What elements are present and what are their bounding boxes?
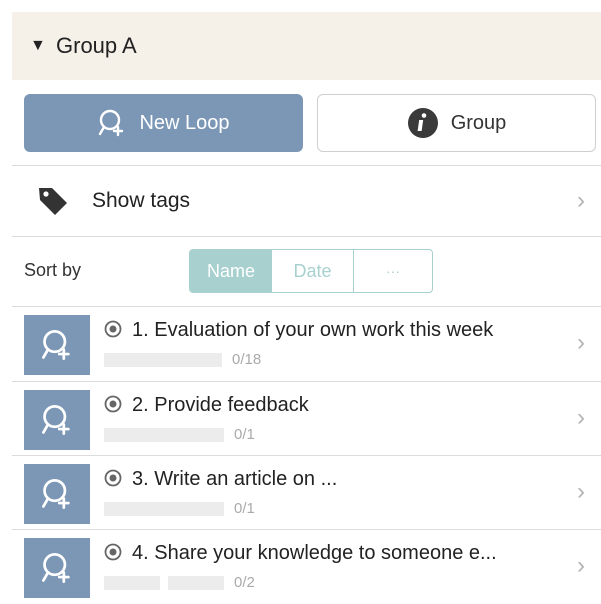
loop-row[interactable]: 3. Write an article on ... 0/1 › <box>12 456 601 530</box>
loop-icon <box>24 464 90 524</box>
progress-bars: 0/1 <box>104 426 255 443</box>
progress-bar <box>168 575 224 590</box>
loop-glyph-icon <box>42 479 70 509</box>
progress-count: 0/18 <box>232 351 262 368</box>
new-loop-label: New Loop <box>139 111 230 134</box>
loop-title-text: 4. Share your knowledge to someone e... <box>132 542 497 564</box>
loop-title: 4. Share your knowledge to someone e... <box>104 542 497 565</box>
collapse-triangle-icon[interactable]: ▼ <box>30 37 46 55</box>
group-header[interactable]: ▼ Group A <box>12 12 601 80</box>
loop-glyph-icon <box>42 553 70 583</box>
show-tags-row[interactable]: Show tags › <box>12 166 601 236</box>
progress-bar <box>104 427 224 442</box>
sort-option-name[interactable]: Name <box>190 250 272 292</box>
loop-row[interactable]: 2. Provide feedback 0/1 › <box>12 382 601 456</box>
loop-title: 3. Write an article on ... <box>104 468 337 491</box>
progress-bar <box>104 352 222 367</box>
group-info-button[interactable]: Group <box>317 94 596 152</box>
chevron-right-icon: › <box>577 187 585 214</box>
target-icon <box>104 395 122 413</box>
show-tags-label: Show tags <box>92 189 191 212</box>
loops-screen: ▼ Group A New Loop Group Show tags › Sor… <box>0 0 601 598</box>
target-icon <box>104 320 122 338</box>
group-title: Group A <box>56 33 137 58</box>
progress-bars: 0/2 <box>104 574 255 591</box>
sort-row: Sort by Name Date ··· <box>12 236 601 306</box>
progress-count: 0/1 <box>234 500 255 517</box>
chevron-right-icon: › <box>577 329 585 356</box>
progress-bar <box>104 575 160 590</box>
progress-count: 0/2 <box>234 574 255 591</box>
loop-title-text: 1. Evaluation of your own work this week <box>132 319 494 341</box>
progress-bar <box>104 501 224 516</box>
loop-icon <box>24 538 90 598</box>
sort-segmented-control[interactable]: Name Date ··· <box>189 249 433 293</box>
loop-icon <box>24 390 90 450</box>
progress-bars: 0/1 <box>104 500 255 517</box>
loop-title: 2. Provide feedback <box>104 394 309 417</box>
new-loop-icon <box>99 109 124 137</box>
new-loop-button[interactable]: New Loop <box>24 94 303 152</box>
sort-by-label: Sort by <box>24 260 82 280</box>
loop-glyph-icon <box>42 330 70 360</box>
chevron-right-icon: › <box>577 404 585 431</box>
loop-title-text: 3. Write an article on ... <box>132 468 338 490</box>
group-button-label: Group <box>450 111 507 134</box>
progress-count: 0/1 <box>234 426 255 443</box>
progress-bars: 0/18 <box>104 351 261 368</box>
target-icon <box>104 469 122 487</box>
loop-glyph-icon <box>42 405 70 435</box>
loop-icon <box>24 315 90 375</box>
sort-option-date[interactable]: Date <box>272 250 354 292</box>
target-icon <box>104 543 122 561</box>
loop-row[interactable]: 4. Share your knowledge to someone e... … <box>12 530 601 604</box>
loop-title: 1. Evaluation of your own work this week <box>104 319 493 342</box>
chevron-right-icon: › <box>577 478 585 505</box>
loop-row[interactable]: 1. Evaluation of your own work this week… <box>12 307 601 381</box>
tag-icon <box>39 188 67 215</box>
loop-title-text: 2. Provide feedback <box>132 394 309 416</box>
sort-option-more[interactable]: ··· <box>354 250 432 292</box>
info-icon <box>407 108 438 138</box>
chevron-right-icon: › <box>577 552 585 579</box>
